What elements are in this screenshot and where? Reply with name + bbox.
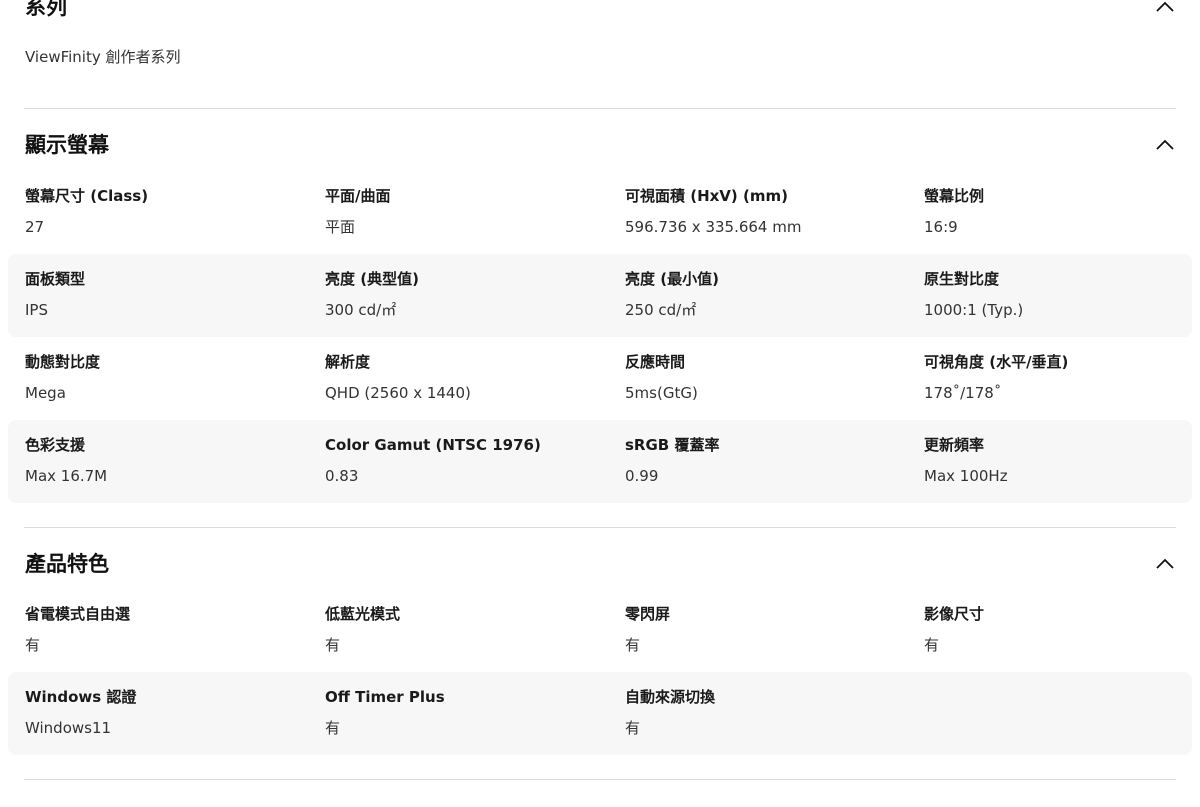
spec-value: Max 100Hz <box>924 467 1008 485</box>
spec-item-refresh-rate: 更新頻率 Max 100Hz <box>924 420 1200 503</box>
spec-label: 省電模式自由選 <box>25 605 131 623</box>
spec-label: 平面/曲面 <box>325 187 391 205</box>
spec-item-screen-size: 螢幕尺寸 (Class) 27 <box>25 171 315 254</box>
spec-item-brightness-min: 亮度 (最小值) 250 cd/㎡ <box>625 254 915 337</box>
spec-value: 0.99 <box>625 467 659 485</box>
spec-value: 有 <box>924 636 940 654</box>
spec-row: 色彩支援 Max 16.7M Color Gamut (NTSC 1976) 0… <box>8 420 1192 503</box>
spec-item-image-size: 影像尺寸 有 <box>924 589 1200 672</box>
spec-row: 螢幕尺寸 (Class) 27 平面/曲面 平面 可視面積 (HxV) (mm)… <box>8 171 1192 254</box>
spec-item-eye-saver: 低藍光模式 有 <box>325 589 615 672</box>
spec-row: 省電模式自由選 有 低藍光模式 有 零閃屏 有 影像尺寸 有 <box>8 589 1192 672</box>
chevron-up-icon[interactable] <box>1156 558 1174 570</box>
spec-value: 有 <box>625 719 641 737</box>
spec-value: Mega <box>25 384 66 402</box>
spec-item-off-timer: Off Timer Plus 有 <box>325 672 615 755</box>
spec-label: sRGB 覆蓋率 <box>625 436 720 454</box>
spec-label: 面板類型 <box>25 270 86 288</box>
series-section-header[interactable]: 系列 <box>25 0 1176 22</box>
spec-label: 動態對比度 <box>25 353 101 371</box>
spec-value: 250 cd/㎡ <box>625 301 697 319</box>
spec-value: 178˚/178˚ <box>924 384 1002 402</box>
spec-label: 零閃屏 <box>625 605 671 623</box>
spec-item-brightness-typical: 亮度 (典型值) 300 cd/㎡ <box>325 254 615 337</box>
spec-page: 系列 ViewFinity 創作者系列 顯示螢幕 螢幕尺寸 (Class) 27… <box>0 0 1200 807</box>
divider <box>24 108 1176 109</box>
spec-label: Color Gamut (NTSC 1976) <box>325 436 541 454</box>
spec-value: Windows11 <box>25 719 112 737</box>
series-value: ViewFinity 創作者系列 <box>25 48 181 66</box>
spec-item-response-time: 反應時間 5ms(GtG) <box>625 337 915 420</box>
spec-item-color-support: 色彩支援 Max 16.7M <box>25 420 315 503</box>
spec-label: 原生對比度 <box>924 270 1000 288</box>
chevron-up-icon[interactable] <box>1156 139 1174 151</box>
spec-label: 低藍光模式 <box>325 605 401 623</box>
spec-label: 螢幕尺寸 (Class) <box>25 187 149 205</box>
spec-label: 影像尺寸 <box>924 605 985 623</box>
chevron-up-icon[interactable] <box>1156 1 1174 13</box>
spec-label: 可視面積 (HxV) (mm) <box>625 187 788 205</box>
spec-item-srgb-coverage: sRGB 覆蓋率 0.99 <box>625 420 915 503</box>
spec-label: 亮度 (典型值) <box>325 270 419 288</box>
spec-value: 596.736 x 335.664 mm <box>625 218 802 236</box>
spec-label: 螢幕比例 <box>924 187 985 205</box>
spec-item-windows-cert: Windows 認證 Windows11 <box>25 672 315 755</box>
spec-label: Windows 認證 <box>25 688 137 706</box>
display-section-header[interactable]: 顯示螢幕 <box>25 130 1176 160</box>
spec-item-resolution: 解析度 QHD (2560 x 1440) <box>325 337 615 420</box>
spec-item-aspect-ratio: 螢幕比例 16:9 <box>924 171 1200 254</box>
spec-row: 動態對比度 Mega 解析度 QHD (2560 x 1440) 反應時間 5m… <box>8 337 1192 420</box>
spec-value: 16:9 <box>924 218 958 236</box>
features-section-header[interactable]: 產品特色 <box>25 549 1176 579</box>
spec-value: 有 <box>25 636 41 654</box>
spec-item-color-gamut: Color Gamut (NTSC 1976) 0.83 <box>325 420 615 503</box>
spec-value: 有 <box>625 636 641 654</box>
spec-value: QHD (2560 x 1440) <box>325 384 471 402</box>
spec-label: 亮度 (最小值) <box>625 270 719 288</box>
spec-value: 有 <box>325 636 341 654</box>
spec-value: 有 <box>325 719 341 737</box>
series-title: 系列 <box>25 0 67 19</box>
spec-item-dynamic-contrast: 動態對比度 Mega <box>25 337 315 420</box>
spec-value: 0.83 <box>325 467 359 485</box>
spec-label: 更新頻率 <box>924 436 985 454</box>
spec-item-viewing-angle: 可視角度 (水平/垂直) 178˚/178˚ <box>924 337 1200 420</box>
spec-item-active-area: 可視面積 (HxV) (mm) 596.736 x 335.664 mm <box>625 171 915 254</box>
display-title: 顯示螢幕 <box>25 133 109 157</box>
spec-item-flicker-free: 零閃屏 有 <box>625 589 915 672</box>
spec-value: 5ms(GtG) <box>625 384 698 402</box>
spec-label: 反應時間 <box>625 353 686 371</box>
spec-item-flat-curved: 平面/曲面 平面 <box>325 171 615 254</box>
spec-item-contrast-ratio: 原生對比度 1000:1 (Typ.) <box>924 254 1200 337</box>
spec-value: 平面 <box>325 218 356 236</box>
spec-row: Windows 認證 Windows11 Off Timer Plus 有 自動… <box>8 672 1192 755</box>
spec-label: 色彩支援 <box>25 436 86 454</box>
spec-label: 解析度 <box>325 353 371 371</box>
spec-value: 300 cd/㎡ <box>325 301 397 319</box>
spec-label: 可視角度 (水平/垂直) <box>924 353 1069 371</box>
spec-value: Max 16.7M <box>25 467 108 485</box>
spec-item-auto-source: 自動來源切換 有 <box>625 672 915 755</box>
spec-label: Off Timer Plus <box>325 688 445 706</box>
spec-value: IPS <box>25 301 48 319</box>
features-title: 產品特色 <box>25 552 109 576</box>
spec-item-eco-saving: 省電模式自由選 有 <box>25 589 315 672</box>
spec-item-panel-type: 面板類型 IPS <box>25 254 315 337</box>
divider <box>24 779 1176 780</box>
spec-row: 面板類型 IPS 亮度 (典型值) 300 cd/㎡ 亮度 (最小值) 250 … <box>8 254 1192 337</box>
spec-value: 27 <box>25 218 45 236</box>
spec-label: 自動來源切換 <box>625 688 716 706</box>
divider <box>24 527 1176 528</box>
spec-value: 1000:1 (Typ.) <box>924 301 1024 319</box>
